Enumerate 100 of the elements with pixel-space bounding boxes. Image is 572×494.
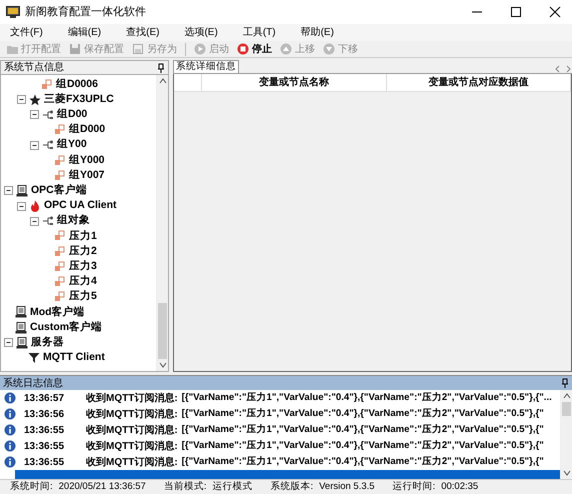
node-label: 组Y007 [69, 168, 105, 183]
tree-node[interactable]: 压力1 [1, 228, 156, 244]
status-value: Version 5.3.5 [319, 480, 375, 494]
node-label: 压力2 [69, 244, 97, 259]
log-time: 13:36:55 [23, 440, 66, 454]
tree-node[interactable]: 压力3 [1, 259, 156, 274]
log-row[interactable]: 13:36:57 收到MQTT订阅消息: [{"VarName":"压力1","VarValue":"0.4"},{"VarName":"压力2","VarValue":"0.5"},{"... [0, 390, 560, 406]
scrollbar-thumb[interactable] [562, 402, 571, 416]
tree-node[interactable]: OPC客户端 [1, 183, 156, 198]
menu-item[interactable]: 编辑(E) [68, 25, 102, 40]
close-icon [549, 6, 561, 18]
tree-node[interactable]: 组Y007 [1, 168, 156, 184]
tree-node[interactable]: 组Y000 [1, 152, 156, 168]
tree-node[interactable]: MQTT Client [1, 350, 156, 366]
computer-icon [16, 336, 28, 349]
tree-node[interactable]: 三菱FX3UPLC [1, 92, 156, 108]
menu-item[interactable]: 帮助(E) [300, 25, 334, 40]
log-row[interactable]: 13:36:55 收到MQTT订阅消息: [{"VarName":"压力1","VarValue":"0.4"},{"VarName":"压力2","VarValue":"0.5"},{" [0, 454, 560, 470]
scroll-down-icon[interactable] [158, 362, 166, 368]
status-label: 当前模式: [164, 480, 206, 494]
node-label: Custom客户端 [30, 320, 102, 335]
tree-node[interactable]: 组对象 [1, 214, 156, 229]
tree-node[interactable]: Mod客户端 [1, 304, 156, 320]
panel-title: 系统节点信息 [4, 60, 64, 75]
collapse-toggle-icon[interactable] [17, 202, 26, 211]
info-icon [4, 440, 16, 452]
log-time: 13:36:55 [23, 424, 66, 438]
status-value: 00:02:35 [441, 480, 478, 494]
log-row[interactable]: 13:36:55 收到MQTT订阅消息: [{"VarName":"压力1","VarValue":"0.4"},{"VarName":"压力2","VarValue":"0.5"},{" [0, 422, 560, 438]
node-label: 组Y00 [57, 137, 87, 152]
tree-node[interactable]: 压力5 [1, 290, 156, 305]
funnel-icon [28, 352, 40, 364]
tag-icon [54, 124, 66, 136]
collapse-toggle-icon[interactable] [17, 95, 26, 104]
pin-icon[interactable] [561, 378, 569, 388]
scroll-up-icon[interactable] [158, 78, 166, 84]
status-label: 系统版本: [270, 480, 314, 494]
menu-item[interactable]: 查找(E) [126, 25, 160, 40]
log-time: 13:36:56 [23, 408, 66, 422]
collapse-toggle-icon[interactable] [30, 216, 39, 226]
scroll-down-icon[interactable] [562, 470, 570, 476]
log-content: [{"VarName":"压力1","VarValue":"0.4"},{"VarName":"压力2","VarValue":"0.5"},{" [182, 422, 544, 437]
collapse-toggle-icon[interactable] [4, 338, 13, 348]
tree-node[interactable]: Custom客户端 [1, 320, 156, 336]
node-label: 三菱FX3UPLC [44, 92, 114, 107]
tree-node[interactable]: 组D0006 [1, 77, 156, 92]
scrollbar[interactable] [156, 75, 168, 371]
tree-node[interactable]: OPC UA Client [1, 198, 156, 214]
menu-item[interactable]: 选项(E) [184, 25, 218, 40]
tree-node[interactable]: 组Y00 [1, 138, 156, 153]
maximize-icon [510, 6, 522, 18]
collapse-toggle-icon[interactable] [30, 140, 39, 150]
tag-icon [54, 230, 66, 242]
log-content: [{"VarName":"压力1","VarValue":"0.4"},{"VarName":"压力2","VarValue":"0.5"},{"... [182, 390, 552, 405]
info-icon [4, 424, 16, 436]
column-header[interactable]: 变量或节点对应数据值 [386, 74, 571, 91]
save-icon [132, 43, 144, 55]
node-label: OPC UA Client [44, 198, 117, 214]
collapse-toggle-icon[interactable] [30, 110, 39, 120]
tree-node[interactable]: 压力4 [1, 274, 156, 290]
log-message: 收到MQTT订阅消息: [85, 408, 179, 422]
computer-icon [15, 306, 27, 318]
log-content: [{"VarName":"压力1","VarValue":"0.4"},{"VarName":"压力2","VarValue":"0.5"},{" [182, 406, 544, 421]
status-value: 2020/05/21 13:36:57 [58, 480, 146, 494]
scroll-up-icon[interactable] [562, 392, 570, 399]
log-message: 收到MQTT订阅消息: [85, 424, 179, 438]
status-label: 系统时间: [10, 480, 53, 494]
node-label: 组D000 [69, 122, 106, 138]
info-icon [4, 408, 16, 420]
collapse-toggle-icon[interactable] [4, 186, 13, 196]
tree-node[interactable]: 组D00 [1, 107, 156, 123]
node-label: 压力1 [69, 228, 97, 244]
play-icon [194, 43, 206, 55]
log-row[interactable]: 13:36:55 收到MQTT订阅消息: [{"VarName":"压力1","VarValue":"0.4"},{"VarName":"压力2","VarValue":"0.5"},{" [0, 438, 560, 454]
app-icon [6, 6, 20, 18]
save-icon [69, 43, 81, 55]
menu-item[interactable]: 文件(F) [10, 25, 43, 40]
tag-icon [54, 276, 66, 288]
tree-node[interactable]: 组D000 [1, 122, 156, 138]
panel-title: 系统日志信息 [3, 376, 63, 390]
tag-icon [54, 246, 66, 258]
toolbar-button[interactable]: 停止 [237, 42, 272, 56]
pin-icon[interactable] [157, 62, 165, 72]
tree-node[interactable]: 压力2 [1, 244, 156, 260]
stop-icon [237, 43, 249, 55]
star-icon [29, 94, 41, 106]
tree-node[interactable]: 服务器 [1, 335, 156, 350]
node-label: 组D0006 [56, 76, 98, 92]
tab[interactable]: 系统详细信息 [173, 60, 239, 73]
log-message: 收到MQTT订阅消息: [85, 392, 179, 406]
status-value: 运行模式 [212, 480, 252, 494]
column-header[interactable]: 变量或节点名称 [202, 74, 386, 91]
log-row[interactable]: 13:36:56 收到MQTT订阅消息: [{"VarName":"压力1","VarValue":"0.4"},{"VarName":"压力2","VarValue":"0.5"},{" [0, 406, 560, 422]
scrollbar[interactable] [560, 390, 572, 479]
log-time: 13:36:55 [23, 456, 66, 470]
scrollbar-thumb[interactable] [158, 303, 167, 359]
info-icon [4, 456, 16, 468]
menu-item[interactable]: 工具(T) [242, 25, 276, 40]
flame-icon [29, 200, 41, 212]
node-label: 压力5 [69, 289, 97, 304]
